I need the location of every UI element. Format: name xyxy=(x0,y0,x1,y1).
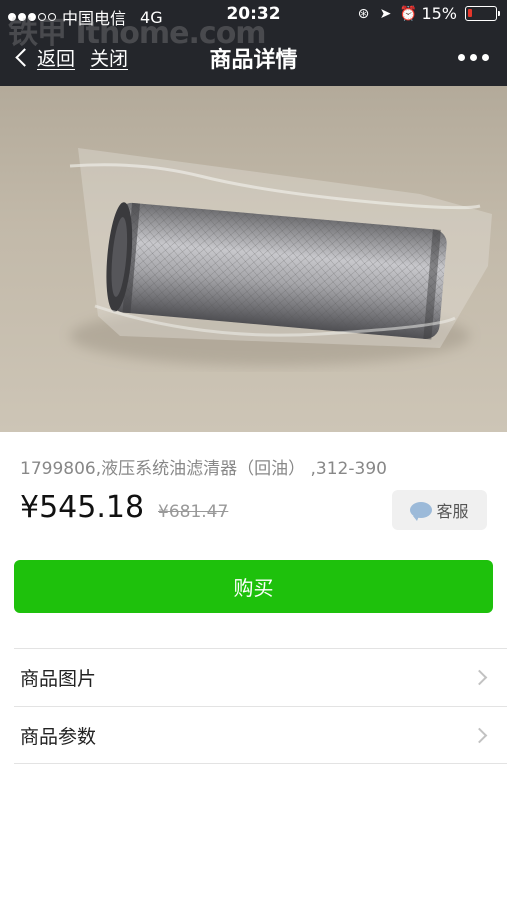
chevron-right-icon xyxy=(471,727,488,744)
list-item-product-images[interactable]: 商品图片 xyxy=(14,648,507,706)
product-name: 1799806,液压系统油滤清器（回油） ,312-390 xyxy=(20,459,387,479)
customer-service-button[interactable]: 客服 xyxy=(392,490,487,530)
more-dots-icon xyxy=(458,54,465,61)
chat-bubble-icon xyxy=(410,502,433,521)
status-bar: 中国电信 4G 20:32 ⊛ ➤ ⏰ 15% xyxy=(0,0,507,30)
status-right: ⊛ ➤ ⏰ 15% xyxy=(355,4,500,23)
customer-service-label: 客服 xyxy=(436,502,469,521)
original-price: ¥681.47 xyxy=(158,502,229,522)
product-image[interactable] xyxy=(0,86,507,432)
top-header: 中国电信 4G 20:32 ⊛ ➤ ⏰ 15% 铁甲 Ithome.com 返回… xyxy=(0,0,507,86)
alarm-clock-icon: ⏰ xyxy=(399,5,417,22)
battery-level xyxy=(468,9,472,17)
chevron-right-icon xyxy=(471,669,488,686)
oil-filter-photo xyxy=(69,148,492,366)
navigation-bar: 返回 关闭 商品详情 xyxy=(0,30,507,86)
more-options-button[interactable] xyxy=(458,54,489,61)
buy-button[interactable]: 购买 xyxy=(14,560,493,613)
battery-icon xyxy=(465,6,500,21)
battery-percent: 15% xyxy=(421,4,457,23)
list-item-label: 商品图片 xyxy=(20,668,97,690)
detail-list: 商品图片 商品参数 xyxy=(14,648,507,764)
list-item-product-params[interactable]: 商品参数 xyxy=(14,706,507,764)
list-item-label: 商品参数 xyxy=(20,725,97,748)
current-price: ¥545.18 xyxy=(20,490,145,525)
page-title: 商品详情 xyxy=(209,48,298,73)
rotation-lock-icon: ⊛ xyxy=(357,5,370,22)
location-arrow-icon: ➤ xyxy=(379,5,392,22)
